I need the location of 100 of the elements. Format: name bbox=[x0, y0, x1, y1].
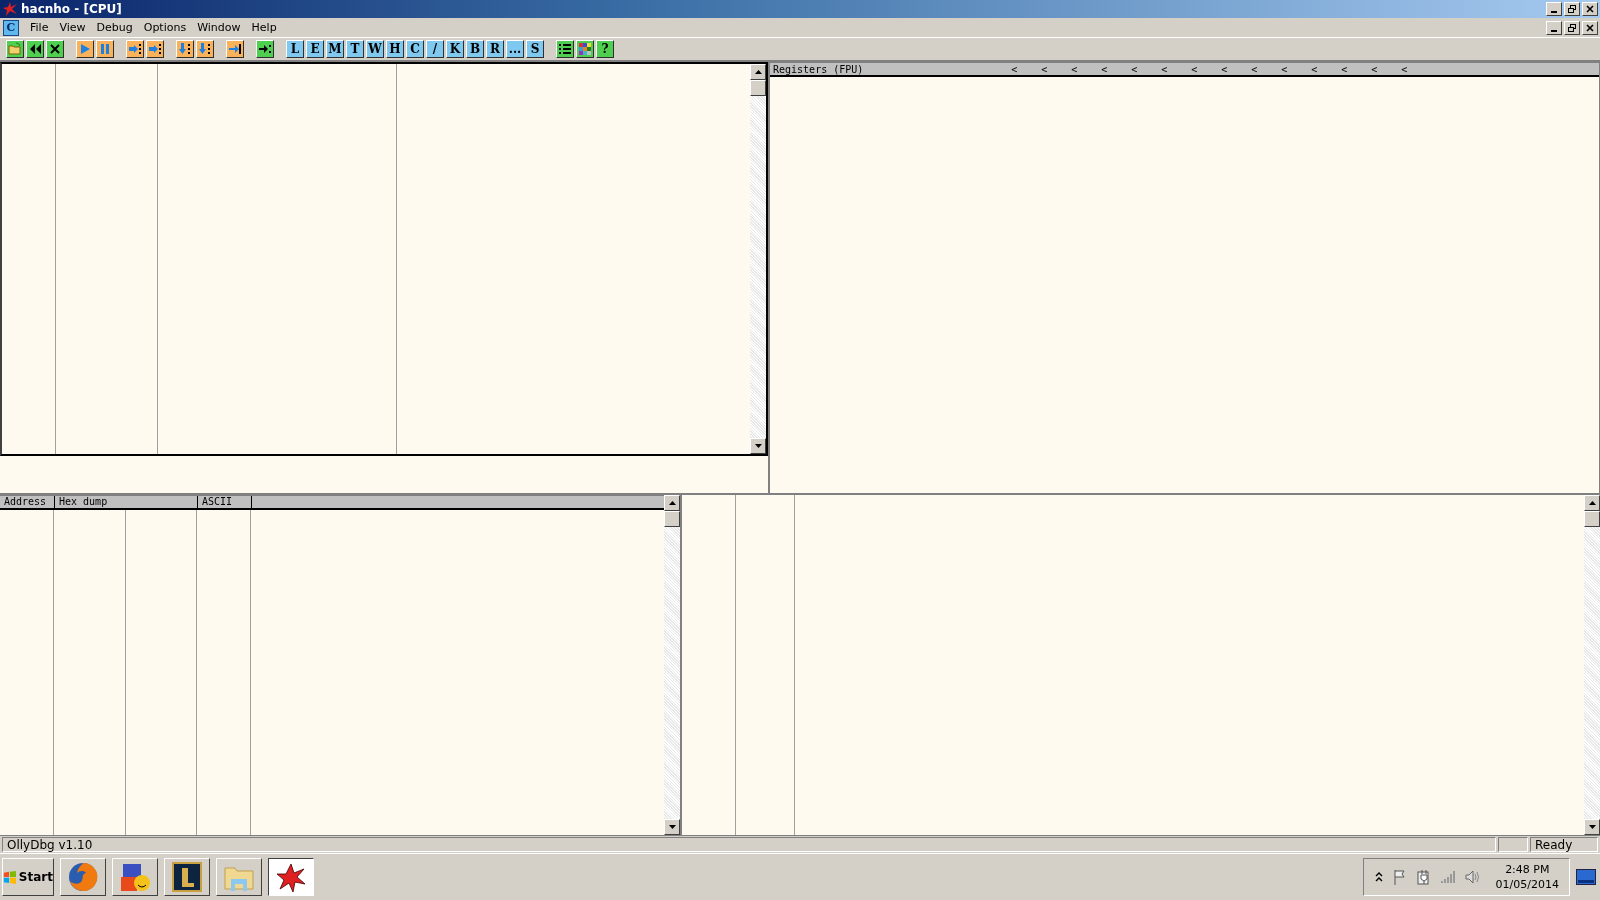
toolbar-button[interactable] bbox=[96, 40, 114, 58]
header-arrow[interactable]: < bbox=[1011, 63, 1042, 75]
scroll-down-button[interactable] bbox=[750, 438, 766, 454]
toolbar-button[interactable]: W bbox=[366, 40, 384, 58]
close-icon bbox=[1585, 22, 1595, 33]
step-icon bbox=[128, 42, 142, 56]
scrollbar[interactable] bbox=[664, 495, 680, 835]
toolbar-button[interactable]: L bbox=[286, 40, 304, 58]
toolbar-button[interactable]: / bbox=[426, 40, 444, 58]
toolbar-button[interactable] bbox=[126, 40, 144, 58]
arrow-icon bbox=[258, 42, 272, 56]
restore-button[interactable] bbox=[1564, 2, 1580, 16]
header-arrow[interactable]: < bbox=[1221, 63, 1252, 75]
toolbar-button[interactable]: ? bbox=[596, 40, 614, 58]
grid-icon bbox=[578, 42, 592, 56]
header-arrow[interactable]: < bbox=[1071, 63, 1102, 75]
toolbar-button[interactable]: M bbox=[326, 40, 344, 58]
toolbar-button[interactable]: T bbox=[346, 40, 364, 58]
speaker-icon[interactable] bbox=[1463, 869, 1480, 885]
toolbar-button[interactable]: ... bbox=[506, 40, 524, 58]
menu-item[interactable]: Options bbox=[138, 21, 193, 34]
scrollbar[interactable] bbox=[1584, 495, 1600, 835]
toolbar-button[interactable]: B bbox=[466, 40, 484, 58]
restore-button[interactable] bbox=[1564, 20, 1580, 35]
toolbar-button[interactable] bbox=[26, 40, 44, 58]
toolbar-button[interactable]: H bbox=[386, 40, 404, 58]
cpu-window-icon[interactable]: C bbox=[3, 19, 19, 36]
toolbar-button[interactable] bbox=[146, 40, 164, 58]
scroll-thumb[interactable] bbox=[664, 511, 680, 527]
toolbar-button[interactable] bbox=[6, 40, 24, 58]
pause-icon bbox=[98, 42, 112, 56]
scroll-thumb[interactable] bbox=[1584, 511, 1600, 527]
close-button[interactable] bbox=[1582, 20, 1598, 35]
toolbar-button[interactable] bbox=[256, 40, 274, 58]
step-icon bbox=[148, 42, 162, 56]
scroll-up-button[interactable] bbox=[664, 495, 680, 511]
scrollbar[interactable] bbox=[750, 64, 766, 454]
header-arrow[interactable]: < bbox=[1251, 63, 1282, 75]
header-arrow[interactable]: < bbox=[1341, 63, 1372, 75]
toolbar-button[interactable] bbox=[226, 40, 244, 58]
toolbar-button[interactable] bbox=[46, 40, 64, 58]
scroll-thumb[interactable] bbox=[750, 80, 766, 96]
restore-icon bbox=[1567, 4, 1577, 14]
clock-time: 2:48 PM bbox=[1505, 862, 1550, 877]
toolbar-button[interactable] bbox=[556, 40, 574, 58]
start-button[interactable]: Start bbox=[2, 858, 54, 896]
return-arrow-icon bbox=[228, 42, 242, 56]
column-header[interactable]: Registers (FPU) < < < < < < < < < < < < < < bbox=[770, 63, 1599, 77]
show-desktop-icon[interactable] bbox=[1576, 869, 1596, 885]
window-title: hacnho - [CPU] bbox=[21, 2, 123, 16]
power-plug-icon[interactable] bbox=[1415, 869, 1432, 885]
scroll-down-button[interactable] bbox=[664, 819, 680, 835]
toolbar-button[interactable] bbox=[196, 40, 214, 58]
header-arrow[interactable]: < bbox=[1041, 63, 1072, 75]
close-icon bbox=[48, 42, 62, 56]
menu-item[interactable]: Window bbox=[192, 21, 247, 34]
toolbar-button[interactable] bbox=[576, 40, 594, 58]
up-arrow-icon bbox=[1588, 501, 1596, 505]
close-button[interactable] bbox=[1582, 2, 1598, 16]
trace-icon bbox=[198, 42, 212, 56]
toolbar-button[interactable]: K bbox=[446, 40, 464, 58]
scroll-up-button[interactable] bbox=[750, 64, 766, 80]
taskbar-app-button[interactable] bbox=[268, 858, 314, 896]
minimize-icon bbox=[1551, 11, 1557, 13]
smiley-logo-icon bbox=[119, 861, 151, 893]
header-arrow[interactable]: < bbox=[1401, 63, 1432, 75]
header-label: Registers (FPU) bbox=[773, 63, 864, 75]
header-arrow[interactable]: < bbox=[1161, 63, 1192, 75]
header-arrow[interactable]: < bbox=[1191, 63, 1222, 75]
toolbar-button[interactable] bbox=[176, 40, 194, 58]
menu-item[interactable]: View bbox=[54, 21, 92, 34]
status-state: Ready bbox=[1530, 837, 1598, 852]
toolbar-button[interactable]: E bbox=[306, 40, 324, 58]
scroll-down-button[interactable] bbox=[1584, 819, 1600, 835]
flag-icon[interactable] bbox=[1391, 869, 1408, 885]
menu-item[interactable]: Debug bbox=[91, 21, 139, 34]
header-arrow[interactable]: < bbox=[1281, 63, 1312, 75]
header-arrow[interactable]: < bbox=[1101, 63, 1132, 75]
column-header[interactable]: Hex dump bbox=[55, 496, 198, 508]
menu-item[interactable]: File bbox=[25, 21, 55, 34]
toolbar-button[interactable]: S bbox=[526, 40, 544, 58]
toolbar-button[interactable]: R bbox=[486, 40, 504, 58]
header-arrow[interactable]: < bbox=[1311, 63, 1342, 75]
status-message: OllyDbg v1.10 bbox=[2, 837, 1496, 852]
header-arrow[interactable]: < bbox=[1371, 63, 1402, 75]
header-arrow[interactable]: < bbox=[1131, 63, 1162, 75]
toolbar-button[interactable] bbox=[76, 40, 94, 58]
scroll-up-button[interactable] bbox=[1584, 495, 1600, 511]
toolbar-button[interactable]: C bbox=[406, 40, 424, 58]
down-arrow-icon bbox=[1588, 825, 1596, 829]
column-header[interactable]: ASCII bbox=[198, 496, 252, 508]
up-arrow-icon bbox=[754, 70, 762, 74]
menu-item[interactable]: Help bbox=[246, 21, 283, 34]
windows-logo-icon bbox=[3, 869, 17, 885]
column-header[interactable]: Address bbox=[0, 496, 55, 508]
down-arrow-icon bbox=[668, 825, 676, 829]
play-icon bbox=[78, 42, 92, 56]
close-icon bbox=[1585, 4, 1595, 14]
minimize-button[interactable] bbox=[1546, 2, 1562, 16]
minimize-button[interactable] bbox=[1546, 20, 1562, 35]
